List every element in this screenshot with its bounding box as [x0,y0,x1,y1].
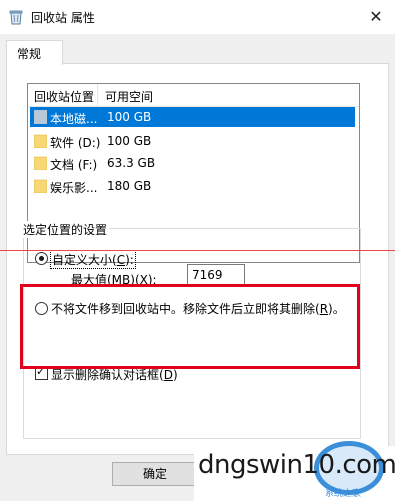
recycle-bin-icon [9,10,23,25]
highlight-box [20,284,360,369]
custom-size-label[interactable]: 自定义大小(C): [50,250,136,269]
list-header: 回收站位置 可用空间 [28,84,359,107]
red-guide-line [0,250,395,251]
custom-size-radio[interactable] [35,252,48,265]
folder-icon [34,134,47,148]
free-space-value: 63.3 GB [107,156,156,170]
close-icon[interactable]: ✕ [365,6,387,28]
settings-group-label: 选定位置的设置 [21,221,110,238]
column-divider [97,84,98,106]
location-name: 文档 (F:) [50,158,98,172]
tab-general-label: 常规 [17,47,42,61]
free-space-value: 180 GB [107,179,152,193]
column-header-free-space[interactable]: 可用空间 [105,88,153,105]
watermark-text: dngswin10.com [198,450,395,480]
column-header-location[interactable]: 回收站位置 [34,88,94,105]
list-item[interactable]: 文档 (F:) 63.3 GB [30,153,355,173]
location-name: 本地磁... [50,112,98,126]
list-item[interactable]: 软件 (D:) 100 GB [30,131,355,151]
drive-icon [34,110,47,124]
folder-icon [34,156,47,170]
general-panel: 回收站位置 可用空间 本地磁... 100 GB 软件 (D:) 100 GB … [6,63,389,455]
ok-button[interactable]: 确定 [112,462,198,486]
list-item[interactable]: 本地磁... 100 GB [30,107,355,127]
location-name: 软件 (D:) [50,136,101,150]
radio-selected-dot [39,256,44,261]
list-item[interactable]: 娱乐影... 180 GB [30,176,355,196]
window-title: 回收站 属性 [31,11,95,25]
title-bar: 回收站 属性 ✕ [0,0,395,34]
watermark-subtext: 系统之家 [325,489,362,499]
folder-icon [34,179,47,193]
free-space-value: 100 GB [107,110,152,124]
location-name: 娱乐影... [50,181,98,195]
tab-general[interactable]: 常规 [6,40,63,65]
free-space-value: 100 GB [107,134,152,148]
